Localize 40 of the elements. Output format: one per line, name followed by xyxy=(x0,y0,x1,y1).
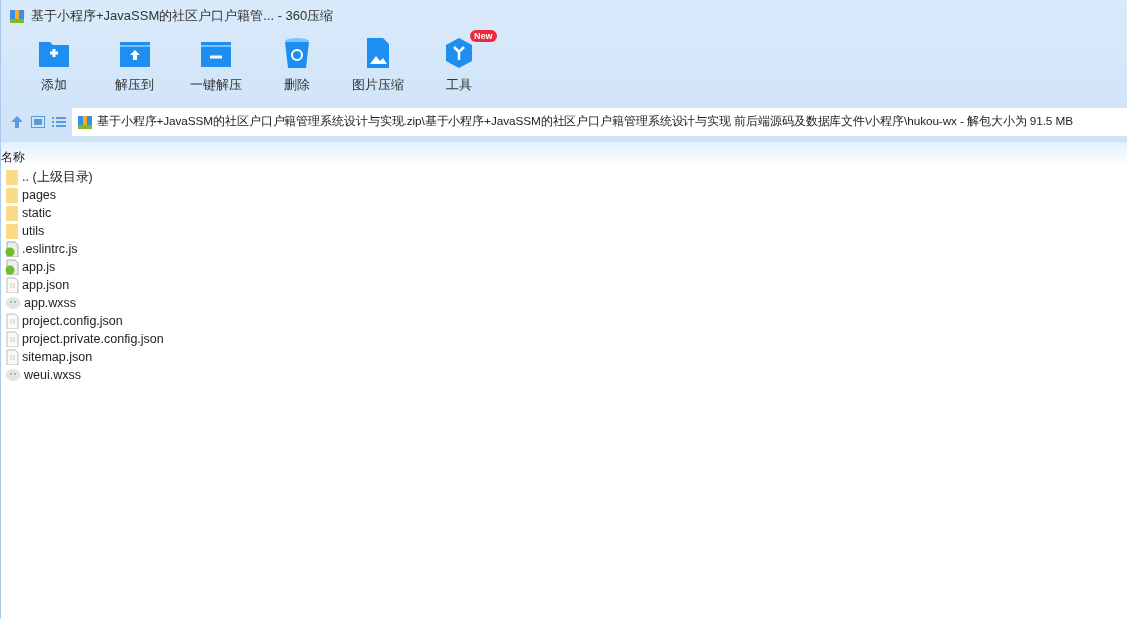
file-name[interactable]: utils xyxy=(22,224,45,238)
toolbar-button[interactable]: 解压到 xyxy=(94,32,175,102)
up-arrow-icon[interactable] xyxy=(9,114,25,130)
document-icon xyxy=(5,313,19,329)
toolbar-button[interactable]: 添加 xyxy=(13,32,94,102)
document-icon xyxy=(5,277,19,293)
script-file-icon xyxy=(5,259,19,275)
file-name[interactable]: app.json xyxy=(22,278,70,292)
thumbnail-view-icon[interactable] xyxy=(30,114,46,130)
file-name[interactable]: weui.wxss xyxy=(24,368,81,382)
archive-icon xyxy=(77,114,93,130)
script-file-icon xyxy=(5,241,19,257)
file-name[interactable]: app.wxss xyxy=(24,296,77,310)
file-name[interactable]: sitemap.json xyxy=(22,350,93,364)
document-icon xyxy=(5,349,19,365)
folder-icon xyxy=(5,205,19,221)
folder-icon xyxy=(5,223,19,239)
new-badge: New xyxy=(470,30,497,42)
window-title: 基于小程序+JavaSSM的社区户口户籍管... - 360压缩 xyxy=(31,7,334,25)
folder-icon xyxy=(5,169,19,185)
file-name[interactable]: app.js xyxy=(22,260,56,274)
toolbar-button[interactable]: 一键解压 xyxy=(175,32,256,102)
toolbar-button[interactable]: 图片压缩 xyxy=(337,32,418,102)
file-name[interactable]: .. (上级目录) xyxy=(22,168,93,186)
chat-bubble-icon xyxy=(5,368,21,382)
toolbar-button[interactable]: 工具 New xyxy=(418,32,499,102)
folder-icon xyxy=(5,187,19,203)
file-name[interactable]: static xyxy=(22,206,52,220)
chat-bubble-icon xyxy=(5,296,21,310)
address-field[interactable]: 基于小程序+JavaSSM的社区户口户籍管理系统设计与实现.zip\基于小程序+JavaSSM的社区户口户籍管理系统设计与实现 前后端源码及数据库文件\小程序\hukou-wx - 解包大小为 91.5 MB xyxy=(72,108,1127,136)
column-header[interactable]: 名称 xyxy=(1,149,25,166)
file-name[interactable]: project.config.json xyxy=(22,314,123,328)
address-path: 基于小程序+JavaSSM的社区户口户籍管理系统设计与实现.zip\基于小程序+JavaSSM的社区户口户籍管理系统设计与实现 前后端源码及数据库文件\小程序\hukou-wx - 解包大小为 91.5 MB xyxy=(97,114,1073,130)
toolbar-button[interactable]: 删除 xyxy=(256,32,337,102)
list-view-icon[interactable] xyxy=(51,114,67,130)
file-name[interactable]: pages xyxy=(22,188,57,202)
file-name[interactable]: project.private.config.json xyxy=(22,332,164,346)
archive-icon xyxy=(9,8,25,24)
document-icon xyxy=(5,331,19,347)
file-name[interactable]: .eslintrc.js xyxy=(22,242,78,256)
